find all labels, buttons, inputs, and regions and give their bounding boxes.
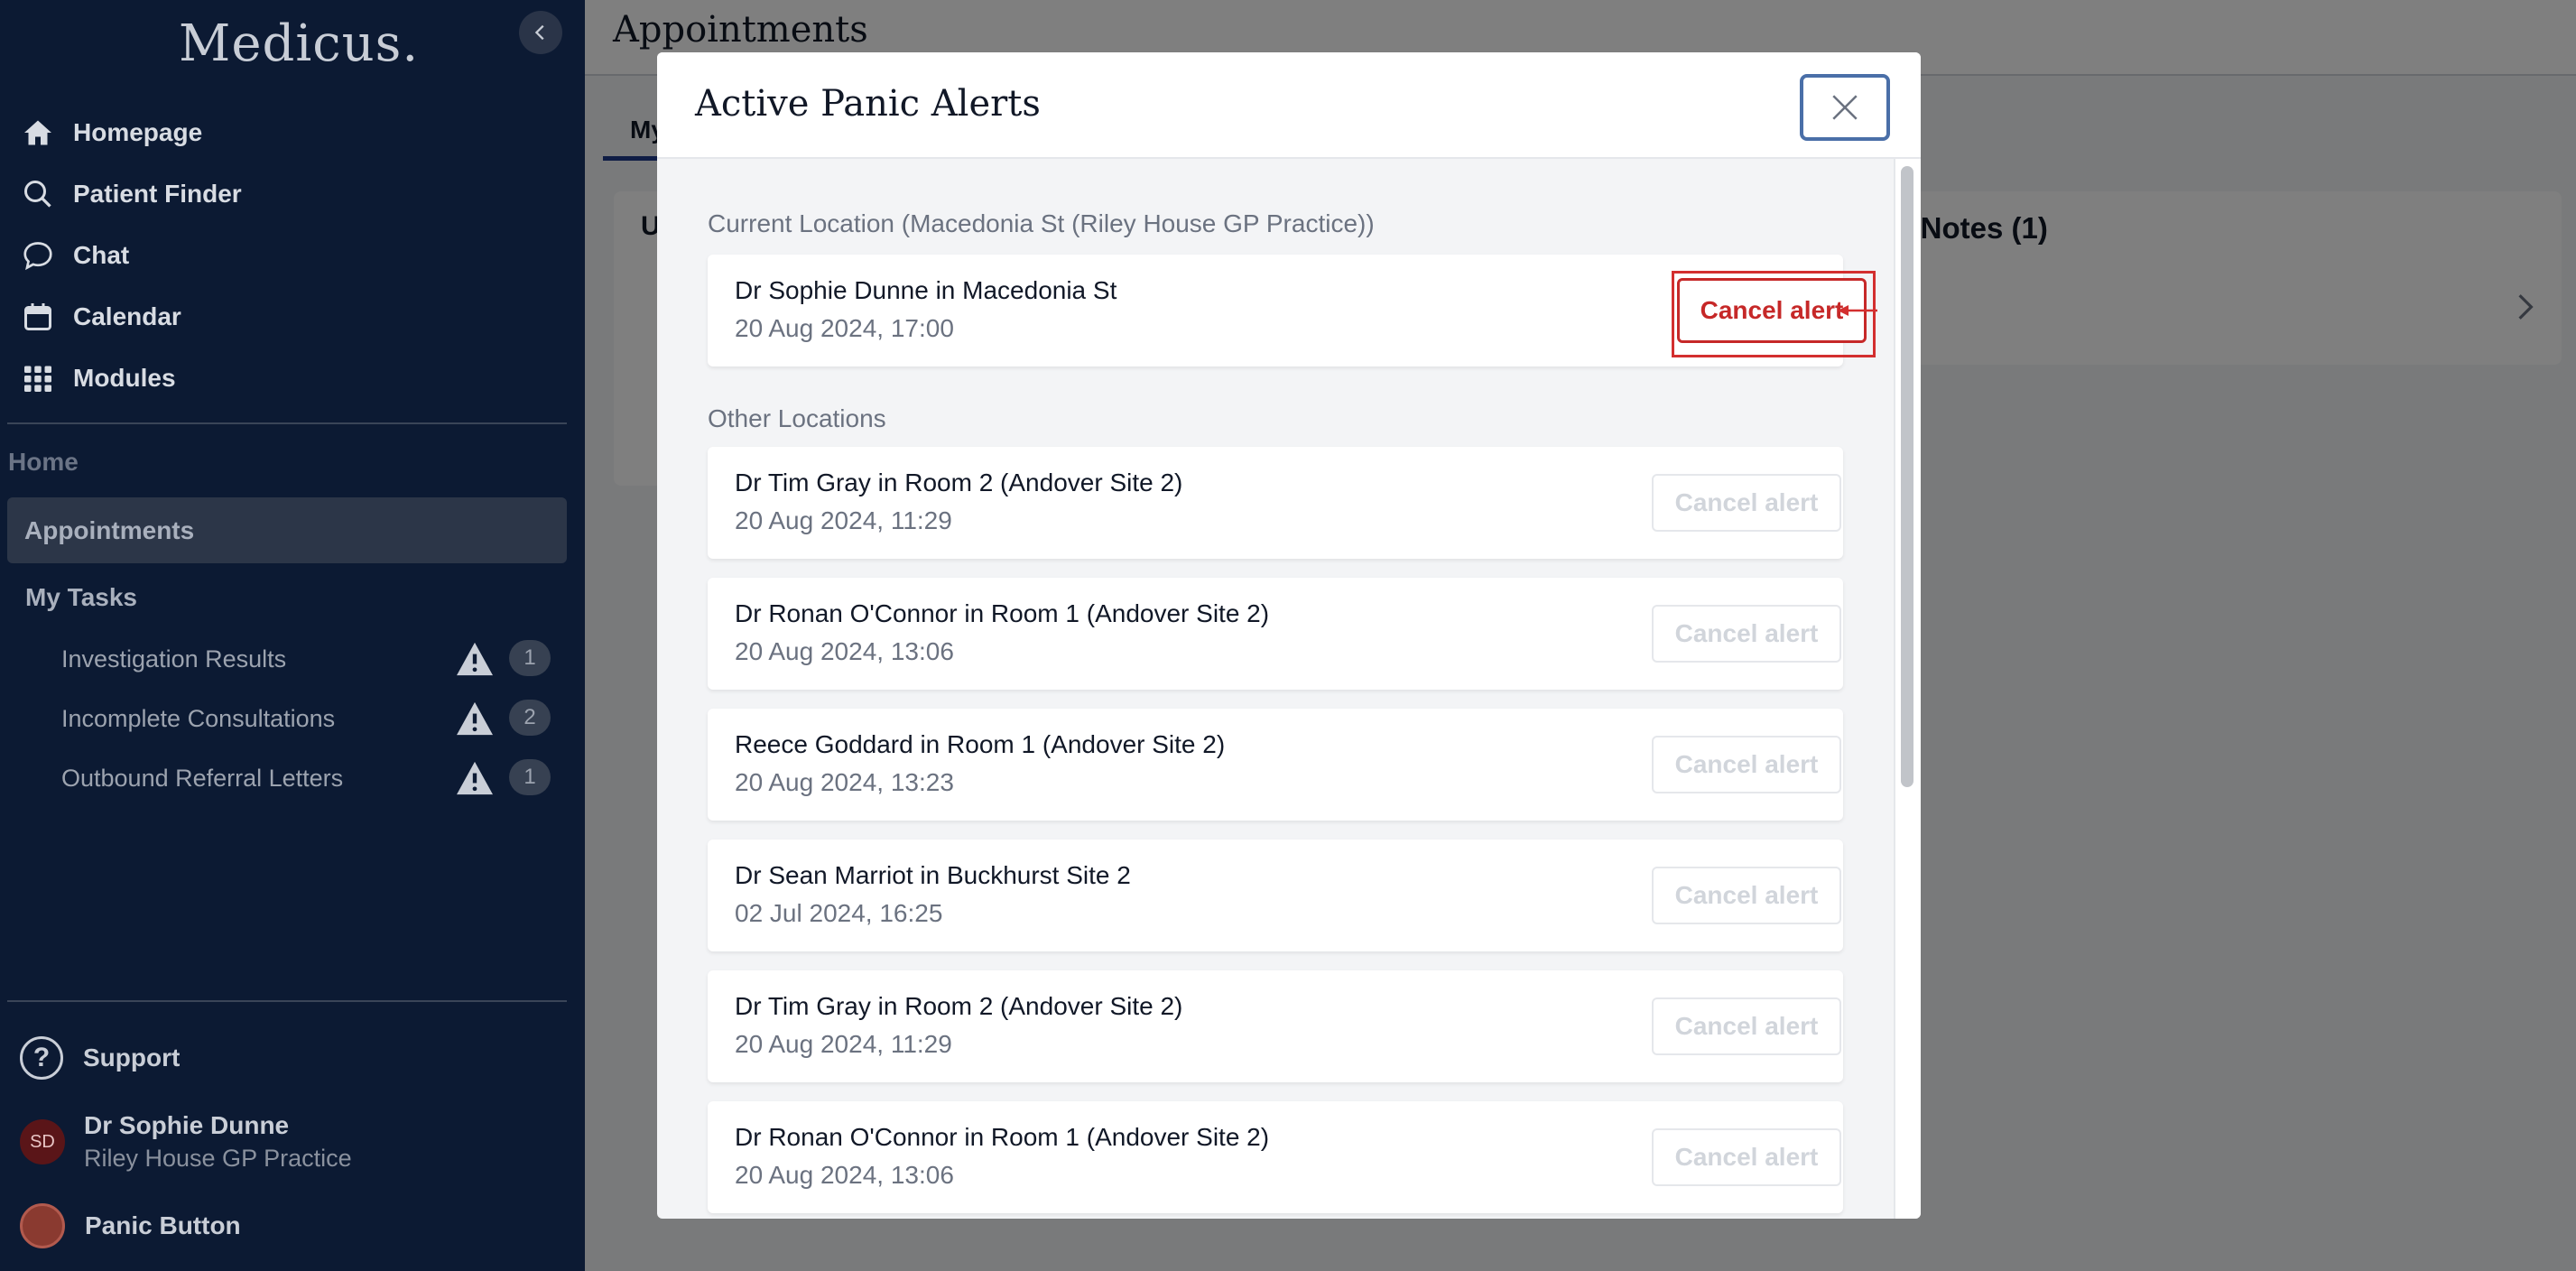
modal-title: Active Panic Alerts — [695, 83, 1041, 125]
main-nav: Homepage Patient Finder Chat Calendar Mo… — [0, 102, 585, 409]
alert-name: Dr Ronan O'Connor in Room 1 (Andover Sit… — [735, 1123, 1270, 1151]
alert-time: 20 Aug 2024, 11:29 — [735, 1030, 952, 1058]
current-alert-card: Dr Sophie Dunne in Macedonia St 20 Aug 2… — [708, 255, 1876, 366]
modal-scrollbar-thumb[interactable] — [1901, 166, 1913, 787]
warning-icon — [455, 760, 495, 802]
app-logo: Medicus. — [179, 14, 420, 73]
alert-card: Dr Tim Gray in Room 2 (Andover Site 2) 2… — [708, 447, 1843, 559]
task-item[interactable]: Investigation Results 1 — [61, 639, 562, 679]
nav-chat[interactable]: Chat — [0, 225, 585, 286]
sidebar-item-appointments[interactable]: Appointments — [7, 497, 567, 563]
support-link[interactable]: ? Support — [20, 1036, 180, 1080]
task-label: Outbound Referral Letters — [61, 764, 344, 792]
task-label: Incomplete Consultations — [61, 704, 336, 732]
task-item[interactable]: Incomplete Consultations 2 — [61, 699, 562, 738]
help-icon: ? — [20, 1036, 63, 1080]
cancel-alert-button[interactable]: Cancel alert — [1652, 867, 1841, 924]
sidebar: Medicus. Homepage Patient Finder Chat Ca… — [0, 0, 585, 1271]
nav-patient-finder-label: Patient Finder — [73, 180, 242, 208]
user-name: Dr Sophie Dunne — [84, 1111, 290, 1139]
alert-name: Dr Tim Gray in Room 2 (Andover Site 2) — [735, 992, 1183, 1020]
modal-header: Active Panic Alerts — [657, 52, 1921, 159]
collapse-sidebar-button[interactable] — [519, 11, 562, 54]
warning-icon — [455, 641, 495, 683]
alert-name: Dr Sean Marriot in Buckhurst Site 2 — [735, 861, 1131, 889]
alert-time: 20 Aug 2024, 13:23 — [735, 768, 954, 796]
chat-icon — [20, 237, 56, 274]
alert-name: Dr Ronan O'Connor in Room 1 (Andover Sit… — [735, 599, 1270, 627]
alert-card: Dr Ronan O'Connor in Room 1 (Andover Sit… — [708, 1101, 1843, 1213]
alert-time: 20 Aug 2024, 11:29 — [735, 506, 952, 534]
home-icon — [20, 115, 56, 151]
cancel-alert-button[interactable]: Cancel alert — [1652, 474, 1841, 532]
arrow-left-icon — [1838, 305, 1877, 316]
alert-time: 02 Jul 2024, 16:25 — [735, 899, 943, 927]
close-button[interactable] — [1800, 74, 1890, 141]
section-home-label: Home — [8, 448, 79, 476]
alert-time: 20 Aug 2024, 17:00 — [735, 314, 954, 342]
cancel-alert-button[interactable]: Cancel alert — [1652, 605, 1841, 663]
panic-label: Panic Button — [85, 1211, 241, 1239]
task-count-badge: 2 — [509, 700, 551, 736]
nav-modules-label: Modules — [73, 364, 176, 392]
sidebar-divider — [7, 1000, 567, 1002]
alert-name: Dr Sophie Dunne in Macedonia St — [735, 276, 1117, 304]
nav-calendar[interactable]: Calendar — [0, 286, 585, 348]
panic-icon — [20, 1203, 65, 1248]
chevron-left-icon — [534, 24, 544, 41]
avatar[interactable]: SD — [20, 1119, 65, 1164]
task-label: Investigation Results — [61, 645, 287, 673]
cancel-alert-button[interactable]: Cancel alert — [1652, 997, 1841, 1055]
grid-icon — [20, 360, 56, 396]
alert-card: Dr Ronan O'Connor in Room 1 (Andover Sit… — [708, 578, 1843, 690]
close-icon — [1832, 95, 1858, 120]
task-item[interactable]: Outbound Referral Letters 1 — [61, 758, 562, 798]
sidebar-item-my-tasks[interactable]: My Tasks — [25, 583, 137, 612]
warning-icon — [455, 700, 495, 743]
nav-chat-label: Chat — [73, 241, 130, 269]
alert-time: 20 Aug 2024, 13:06 — [735, 637, 954, 665]
cancel-alert-button[interactable]: Cancel alert — [1652, 1128, 1841, 1186]
panic-button[interactable]: Panic Button — [20, 1203, 241, 1248]
panic-alerts-modal: Active Panic Alerts Current Location (Ma… — [657, 52, 1921, 1219]
alert-name: Dr Tim Gray in Room 2 (Andover Site 2) — [735, 469, 1183, 496]
nav-modules[interactable]: Modules — [0, 348, 585, 409]
alert-card: Reece Goddard in Room 1 (Andover Site 2)… — [708, 709, 1843, 821]
sidebar-divider — [7, 422, 567, 424]
alert-card: Dr Sean Marriot in Buckhurst Site 2 02 J… — [708, 840, 1843, 951]
cancel-alert-button[interactable]: Cancel alert — [1652, 736, 1841, 793]
support-label: Support — [83, 1044, 181, 1072]
nav-patient-finder[interactable]: Patient Finder — [0, 163, 585, 225]
nav-homepage-label: Homepage — [73, 118, 203, 146]
alert-card: Dr Tim Gray in Room 2 (Andover Site 2) 2… — [708, 970, 1843, 1082]
current-location-label: Current Location (Macedonia St (Riley Ho… — [708, 209, 1375, 237]
alert-name: Reece Goddard in Room 1 (Andover Site 2) — [735, 730, 1226, 758]
other-locations-label: Other Locations — [708, 404, 886, 432]
user-practice: Riley House GP Practice — [84, 1145, 352, 1172]
nav-homepage[interactable]: Homepage — [0, 102, 585, 163]
search-icon — [20, 176, 56, 212]
calendar-icon — [20, 299, 56, 335]
task-count-badge: 1 — [509, 759, 551, 795]
alert-time: 20 Aug 2024, 13:06 — [735, 1161, 954, 1189]
task-count-badge: 1 — [509, 640, 551, 676]
nav-calendar-label: Calendar — [73, 302, 181, 330]
